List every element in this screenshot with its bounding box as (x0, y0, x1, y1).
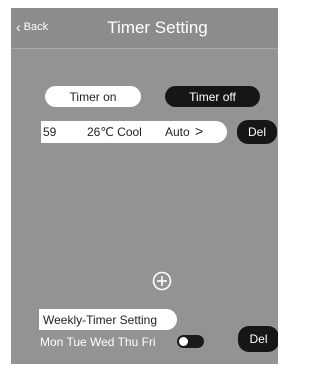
tab-timer-on[interactable]: Timer on (45, 86, 141, 107)
app-screen: ‹ Back Timer Setting Timer on Timer off … (11, 8, 278, 364)
weekly-timer-button[interactable]: Weekly-Timer Setting (39, 309, 177, 330)
delete-weekly-button[interactable]: Del (238, 326, 278, 352)
tab-timer-off[interactable]: Timer off (165, 86, 260, 107)
timer-temperature-mode: 26℃ Cool (87, 125, 142, 139)
toggle-knob (179, 337, 188, 346)
weekly-timer-toggle[interactable] (177, 335, 204, 348)
add-timer-icon[interactable] (152, 271, 172, 291)
chevron-right-icon: > (195, 123, 204, 139)
page-title: Timer Setting (107, 18, 208, 37)
timer-time: 59 (43, 125, 57, 139)
timer-fan-mode: Auto (165, 125, 190, 139)
weekly-days-label: Mon Tue Wed Thu Fri (40, 335, 156, 349)
timer-entry-row[interactable]: 59 26℃ Cool Auto > (41, 121, 227, 143)
header-bar: ‹ Back Timer Setting (11, 8, 278, 49)
delete-timer-button[interactable]: Del (237, 120, 277, 144)
